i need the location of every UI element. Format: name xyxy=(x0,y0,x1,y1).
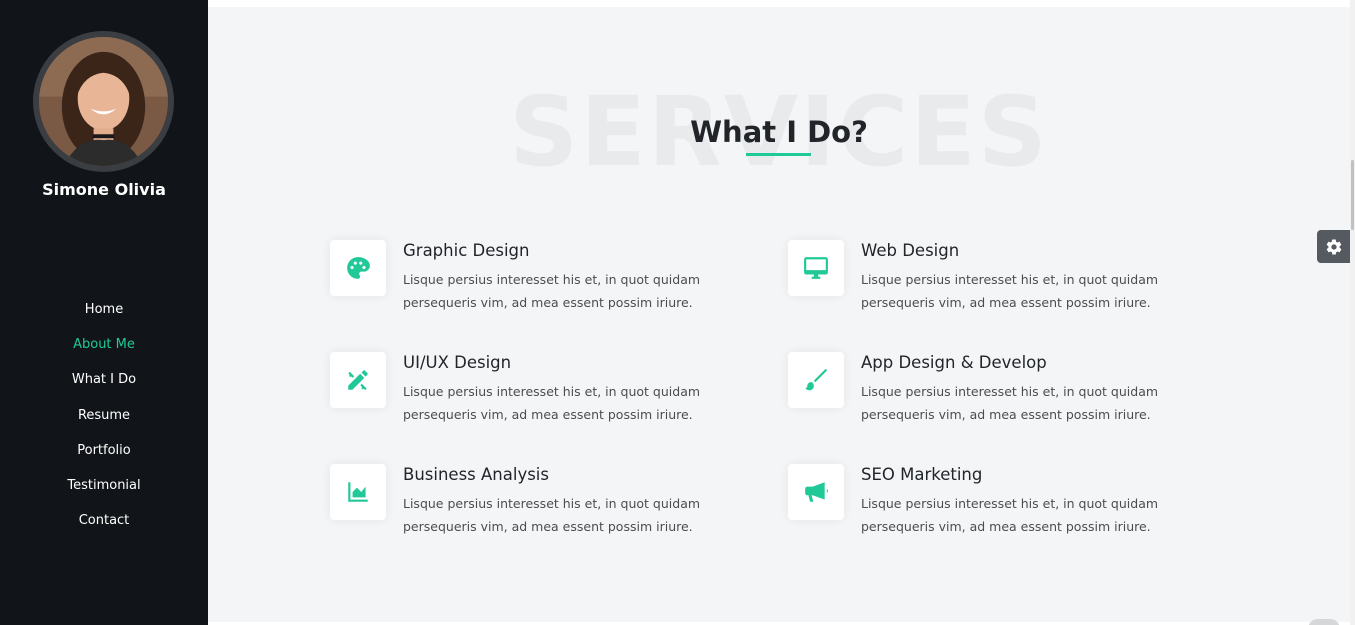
service-icon-box xyxy=(788,240,844,296)
service-item: Graphic Design Lisque persius interesset… xyxy=(330,240,750,330)
profile-avatar xyxy=(33,31,174,172)
service-item: SEO Marketing Lisque persius interesset … xyxy=(788,464,1208,554)
section-title: What I Do? xyxy=(690,115,868,149)
service-title: Business Analysis xyxy=(403,465,549,484)
desktop-icon xyxy=(804,257,828,279)
bullhorn-icon xyxy=(805,482,828,502)
service-item: UI/UX Design Lisque persius interesset h… xyxy=(330,352,750,442)
profile-name: Simone Olivia xyxy=(42,180,166,199)
service-title: App Design & Develop xyxy=(861,353,1047,372)
nav-home[interactable]: Home xyxy=(0,299,208,334)
settings-button[interactable] xyxy=(1317,230,1350,263)
palette-icon xyxy=(347,257,370,279)
service-title: Web Design xyxy=(861,241,960,260)
gear-icon xyxy=(1326,239,1341,254)
service-description: Lisque persius interesset his et, in quo… xyxy=(861,496,1159,534)
service-description: Lisque persius interesset his et, in quo… xyxy=(861,384,1159,422)
service-title: UI/UX Design xyxy=(403,353,512,372)
top-strip xyxy=(208,0,1350,7)
nav-what-i-do[interactable]: What I Do xyxy=(0,369,208,404)
chart-area-icon xyxy=(348,482,368,502)
sidebar-nav: Home About Me What I Do Resume Portfolio… xyxy=(0,299,208,545)
service-icon-box xyxy=(788,464,844,520)
service-description: Lisque persius interesset his et, in quo… xyxy=(403,272,701,310)
service-item: App Design & Develop Lisque persius inte… xyxy=(788,352,1208,442)
scrollbar-thumb[interactable] xyxy=(1351,160,1354,230)
service-item: Web Design Lisque persius interesset his… xyxy=(788,240,1208,330)
back-to-top-button[interactable] xyxy=(1308,619,1340,625)
service-description: Lisque persius interesset his et, in quo… xyxy=(403,384,701,422)
service-icon-box xyxy=(330,352,386,408)
nav-testimonial[interactable]: Testimonial xyxy=(0,475,208,510)
nav-about-me[interactable]: About Me xyxy=(0,334,208,369)
nav-portfolio[interactable]: Portfolio xyxy=(0,440,208,475)
service-description: Lisque persius interesset his et, in quo… xyxy=(403,496,701,534)
service-title: Graphic Design xyxy=(403,241,530,260)
service-item: Business Analysis Lisque persius interes… xyxy=(330,464,750,554)
service-icon-box xyxy=(788,352,844,408)
sidebar: Simone Olivia Home About Me What I Do Re… xyxy=(0,0,208,625)
paint-brush-icon xyxy=(805,369,827,391)
avatar-photo xyxy=(39,37,168,166)
title-underline xyxy=(746,153,811,156)
pencil-ruler-icon xyxy=(348,370,368,391)
service-title: SEO Marketing xyxy=(861,465,983,484)
service-icon-box xyxy=(330,464,386,520)
service-icon-box xyxy=(330,240,386,296)
nav-contact[interactable]: Contact xyxy=(0,510,208,545)
nav-resume[interactable]: Resume xyxy=(0,405,208,440)
service-description: Lisque persius interesset his et, in quo… xyxy=(861,272,1159,310)
page-scrollbar[interactable] xyxy=(1350,0,1355,625)
